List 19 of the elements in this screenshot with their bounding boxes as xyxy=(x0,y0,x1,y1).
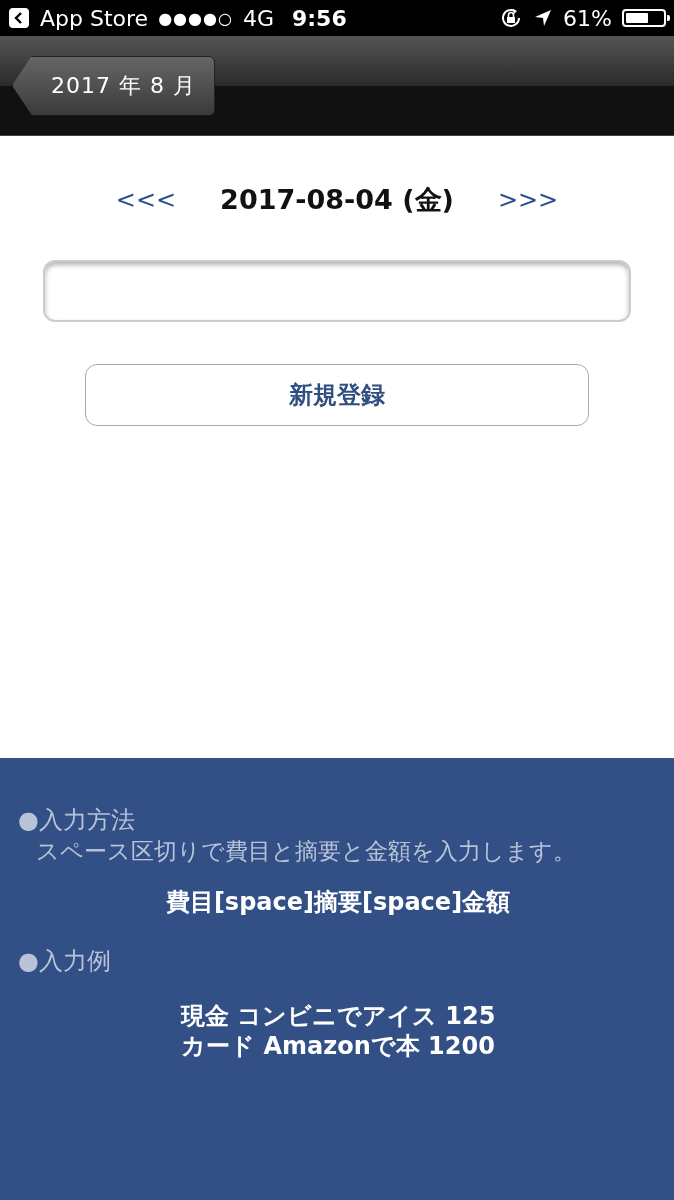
battery-percent: 61% xyxy=(563,5,612,31)
previous-day-link[interactable]: <<< xyxy=(115,186,177,214)
back-app-label[interactable]: App Store xyxy=(40,5,149,31)
register-button[interactable]: 新規登録 xyxy=(85,364,589,426)
next-day-link[interactable]: >>> xyxy=(497,186,559,214)
format-example: 費目[space]摘要[space]金額 xyxy=(164,887,512,917)
instruction-text: スペース区切りで費目と摘要と金額を入力します。 xyxy=(35,837,577,866)
format-example: 現金 コンビニでアイス 125 xyxy=(179,1001,497,1031)
current-date: 2017-08-04 (金) xyxy=(220,183,454,217)
network-type: 4G xyxy=(242,5,274,31)
entry-input-field[interactable] xyxy=(43,260,631,322)
clock-time: 9:56 xyxy=(292,5,347,31)
section-heading: ●入力例 xyxy=(18,946,112,977)
location-arrow-icon xyxy=(533,8,554,28)
signal-strength: ●●●●○ xyxy=(158,8,233,28)
format-example: カード Amazonで本 1200 xyxy=(180,1031,496,1061)
back-button[interactable]: 2017 年 8 月 xyxy=(12,55,215,116)
back-icon[interactable] xyxy=(8,7,30,29)
section-heading: ●入力方法 xyxy=(18,805,136,836)
